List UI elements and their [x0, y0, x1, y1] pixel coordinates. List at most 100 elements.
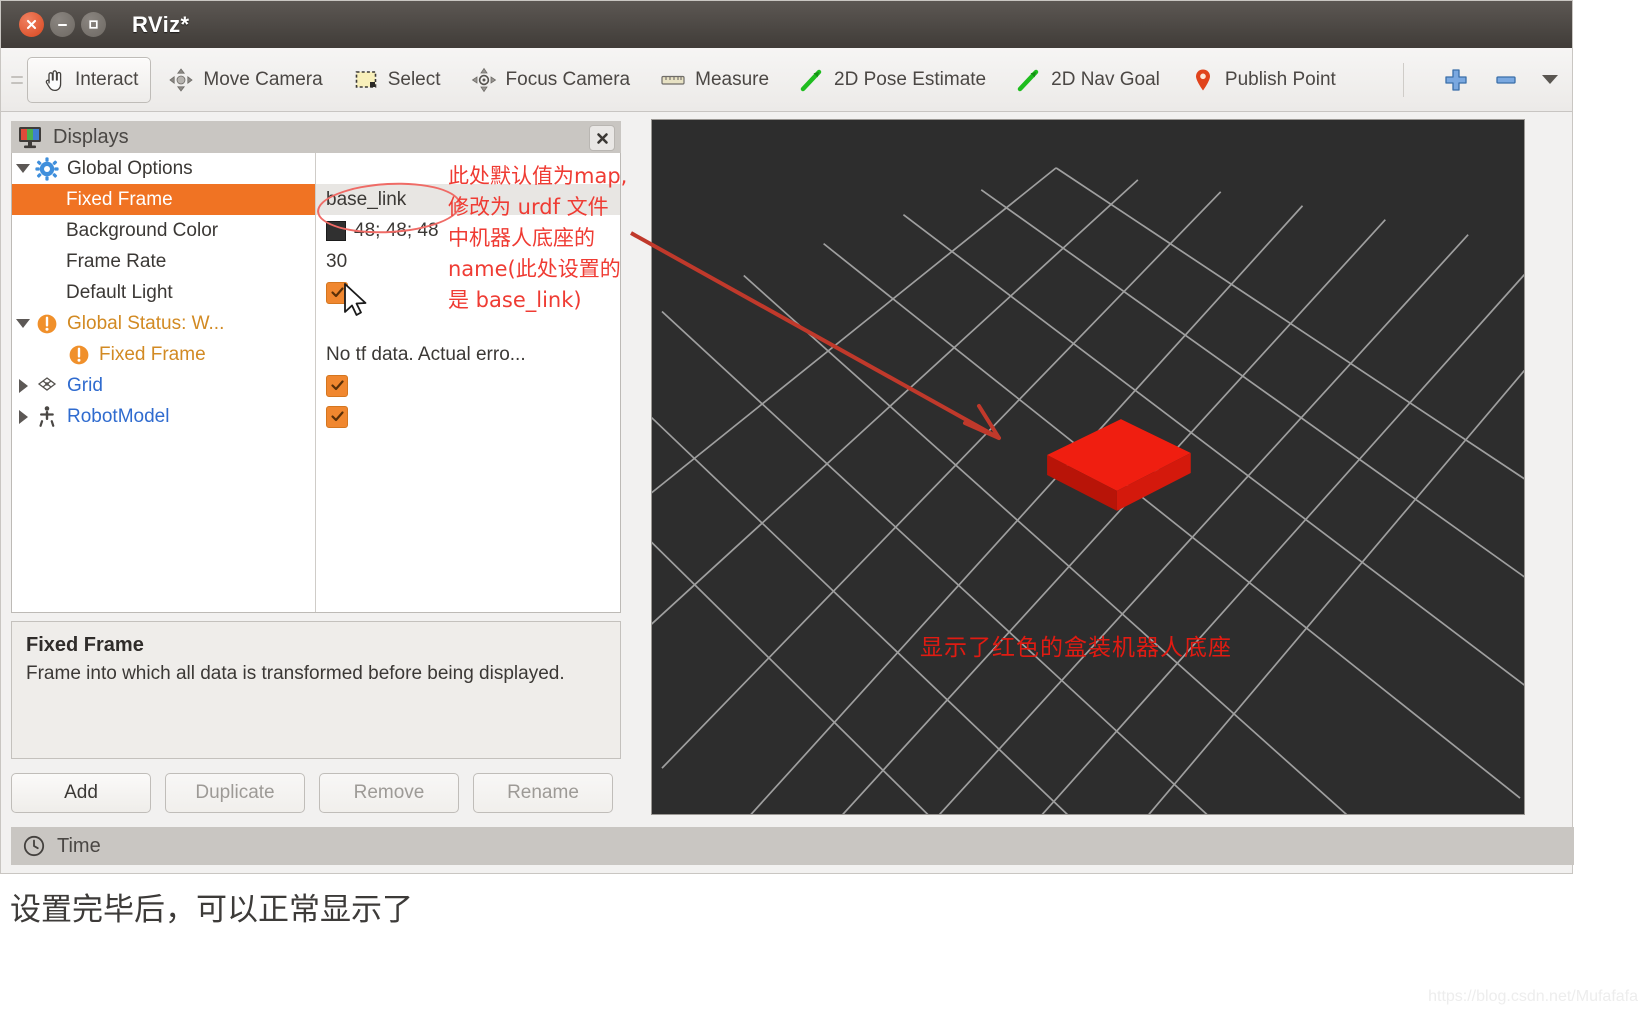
tool-interact[interactable]: Interact [27, 56, 152, 103]
move-camera-icon [168, 67, 194, 93]
remove-button[interactable]: Remove [319, 773, 459, 813]
tree-row-label: Background Color [66, 219, 219, 241]
tree-row-label: RobotModel [67, 405, 170, 427]
close-window-button[interactable] [19, 12, 44, 37]
add-button[interactable]: Add [11, 773, 151, 813]
monitor-icon [17, 124, 43, 150]
tree-row-label: Global Options [67, 157, 193, 179]
value-row-robot-model[interactable] [316, 401, 620, 432]
tool-measure-label: Measure [695, 68, 770, 90]
expander-right-icon[interactable] [12, 378, 34, 393]
robot-model-enabled-checkbox[interactable] [326, 405, 348, 428]
displays-panel-title: Displays [53, 125, 129, 148]
displays-tree-values: base_link 48; 48; 48 30 No tf data. Actu… [316, 153, 620, 612]
tree-row-global-options[interactable]: Global Options [12, 153, 315, 184]
robot-icon [34, 404, 60, 430]
window-controls [19, 12, 106, 37]
description-body: Frame into which all data is transformed… [26, 663, 565, 684]
plus-icon[interactable] [1442, 66, 1470, 94]
minimize-window-button[interactable] [50, 12, 75, 37]
maximize-window-button[interactable] [81, 12, 106, 37]
title-bar: RViz* [1, 1, 1572, 48]
mouse-cursor-icon [344, 283, 367, 316]
tool-interact-label: Interact [75, 68, 139, 90]
displays-panel-header: Displays [11, 121, 621, 153]
value-row-global-options [316, 153, 620, 184]
expander-down-icon[interactable] [12, 319, 34, 328]
tree-row-robot-model[interactable]: RobotModel [12, 401, 315, 432]
duplicate-button[interactable]: Duplicate [165, 773, 305, 813]
tool-focus-camera-label: Focus Camera [505, 68, 631, 90]
status-fixed-frame-value: No tf data. Actual erro... [326, 343, 526, 365]
time-panel-header: Time [11, 827, 1574, 865]
chevron-down-icon[interactable] [1542, 75, 1558, 84]
tree-row-label: Grid [67, 374, 103, 396]
gear-icon [34, 156, 60, 182]
green-arrow-icon [1016, 67, 1042, 93]
toolbar-right-group [1387, 62, 1572, 97]
page-caption: 设置完毕后，可以正常显示了 [10, 892, 413, 928]
window-title: RViz* [132, 11, 190, 37]
value-row-fixed-frame[interactable]: base_link [316, 184, 620, 215]
value-row-grid[interactable] [316, 370, 620, 401]
warning-icon [66, 342, 92, 368]
3d-viewport[interactable]: 显示了红色的盒装机器人底座 [651, 119, 1525, 815]
rviz-window: RViz* Interact Move Camera Select Focus … [0, 0, 1574, 874]
frame-rate-value: 30 [326, 250, 348, 272]
displays-tree-names: Global Options Fixed Frame Background Co… [12, 153, 315, 612]
expander-down-icon[interactable] [12, 164, 34, 173]
viewport-annotation-label: 显示了红色的盒装机器人底座 [920, 635, 1232, 661]
tool-publish-point[interactable]: Publish Point [1177, 57, 1349, 103]
expander-right-icon[interactable] [12, 409, 34, 424]
property-description-pane: Fixed Frame Frame into which all data is… [11, 621, 621, 759]
tool-2d-pose-estimate[interactable]: 2D Pose Estimate [786, 57, 999, 103]
tree-row-fixed-frame[interactable]: Fixed Frame [12, 184, 315, 215]
toolbar-drag-handle[interactable] [11, 65, 23, 95]
displays-panel: Displays Global Options Fixed Frame Back… [11, 121, 621, 813]
fixed-frame-value: base_link [326, 188, 407, 210]
displays-tree[interactable]: Global Options Fixed Frame Background Co… [11, 153, 621, 613]
hand-cursor-icon [40, 67, 66, 93]
tool-select-label: Select [387, 68, 441, 90]
displays-button-row: Add Duplicate Remove Rename [11, 773, 621, 813]
tree-row-default-light[interactable]: Default Light [12, 277, 315, 308]
grid-enabled-checkbox[interactable] [326, 374, 348, 397]
tree-row-grid[interactable]: Grid [12, 370, 315, 401]
tool-focus-camera[interactable]: Focus Camera [458, 57, 644, 103]
rename-button[interactable]: Rename [473, 773, 613, 813]
close-icon[interactable] [589, 125, 615, 151]
color-swatch-icon [326, 220, 346, 241]
tree-row-status-fixed-frame[interactable]: Fixed Frame [12, 339, 315, 370]
tree-row-frame-rate[interactable]: Frame Rate [12, 246, 315, 277]
tree-row-background-color[interactable]: Background Color [12, 215, 315, 246]
tool-move-camera[interactable]: Move Camera [155, 57, 335, 103]
warning-icon [34, 311, 60, 337]
ruler-icon [660, 67, 686, 93]
tool-select[interactable]: Select [340, 57, 454, 103]
clock-icon [21, 833, 47, 859]
tool-2d-pose-estimate-label: 2D Pose Estimate [834, 68, 987, 90]
tool-measure[interactable]: Measure [647, 57, 782, 103]
map-pin-icon [1190, 67, 1216, 93]
grid-icon [34, 373, 60, 399]
tree-row-label: Global Status: W... [67, 312, 225, 334]
minus-icon[interactable] [1492, 66, 1520, 94]
value-row-frame-rate[interactable]: 30 [316, 246, 620, 277]
select-rect-icon [353, 67, 379, 93]
description-title: Fixed Frame [26, 634, 144, 656]
tree-row-label: Fixed Frame [99, 343, 206, 365]
time-panel-title: Time [57, 834, 101, 857]
tool-publish-point-label: Publish Point [1224, 68, 1336, 90]
watermark: https://blog.csdn.net/Mufafafa [1428, 988, 1638, 1005]
toolbar-divider [1403, 62, 1404, 97]
value-row-status-fixed-frame: No tf data. Actual erro... [316, 339, 620, 370]
tool-2d-nav-goal-label: 2D Nav Goal [1051, 68, 1160, 90]
tool-2d-nav-goal[interactable]: 2D Nav Goal [1003, 57, 1173, 103]
value-row-background-color[interactable]: 48; 48; 48 [316, 215, 620, 246]
tool-move-camera-label: Move Camera [203, 68, 323, 90]
tree-row-label: Default Light [66, 281, 173, 303]
tree-row-label: Frame Rate [66, 250, 167, 272]
focus-camera-icon [471, 67, 497, 93]
background-color-value: 48; 48; 48 [354, 219, 439, 241]
tree-row-global-status[interactable]: Global Status: W... [12, 308, 315, 339]
